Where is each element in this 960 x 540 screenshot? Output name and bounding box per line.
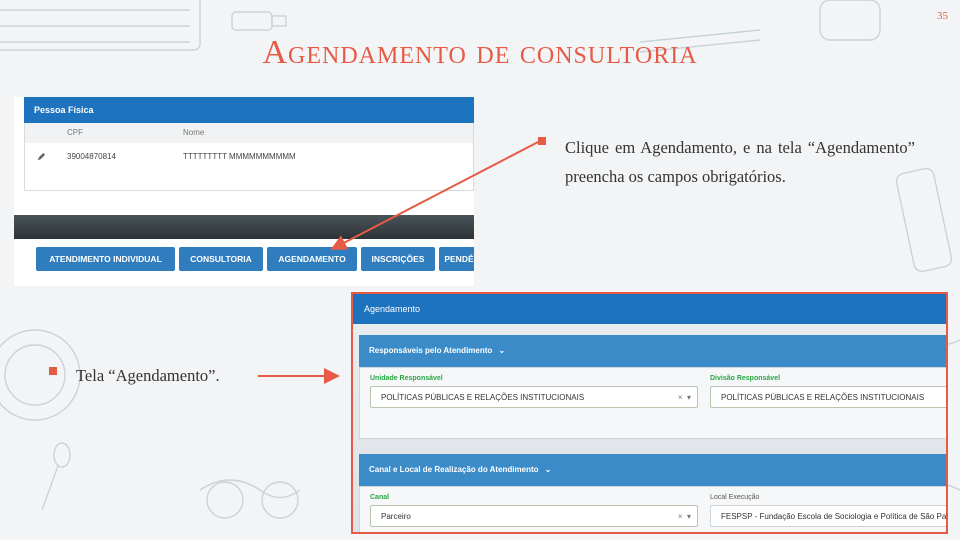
local-execucao-value: FESPSP - Fundação Escola de Sociologia e… — [721, 512, 948, 521]
canal-value: Parceiro — [381, 512, 411, 521]
x-icon[interactable]: × — [678, 512, 683, 521]
x-icon[interactable]: × — [678, 393, 683, 402]
section-title: Canal e Local de Realização do Atendimen… — [369, 465, 539, 474]
arrow-to-agendamento — [330, 140, 541, 250]
chevron-down-icon[interactable]: ⌄ — [499, 346, 506, 355]
section-responsaveis-header[interactable]: Responsáveis pelo Atendimento ⌄ — [359, 335, 946, 367]
canal-label: Canal — [370, 494, 390, 501]
unidade-responsavel-label: Unidade Responsável — [370, 375, 443, 382]
window-title: Agendamento — [353, 294, 946, 324]
section-canal-header[interactable]: Canal e Local de Realização do Atendimen… — [359, 454, 946, 486]
divisao-responsavel-value: POLÍTICAS PÚBLICAS E RELAÇÕES INSTITUCIO… — [721, 393, 925, 402]
agendamento-screenshot: Agendamento Responsáveis pelo Atendiment… — [351, 292, 948, 534]
section-responsaveis-body: Unidade Responsável POLÍTICAS PÚBLICAS E… — [359, 367, 946, 439]
local-execucao-field[interactable]: FESPSP - Fundação Escola de Sociologia e… — [710, 505, 948, 527]
chevron-down-icon[interactable]: ⌄ — [545, 465, 552, 474]
divisao-responsavel-select[interactable]: POLÍTICAS PÚBLICAS E RELAÇÕES INSTITUCIO… — [710, 386, 946, 408]
caret-down-icon[interactable]: ▾ — [687, 393, 691, 402]
unidade-responsavel-select[interactable]: POLÍTICAS PÚBLICAS E RELAÇÕES INSTITUCIO… — [370, 386, 698, 408]
section-title: Responsáveis pelo Atendimento — [369, 346, 493, 355]
section-canal-body: Canal Parceiro × ▾ Local Execução FESPSP… — [359, 486, 948, 532]
local-execucao-label: Local Execução — [710, 494, 760, 501]
canal-select[interactable]: Parceiro × ▾ — [370, 505, 698, 527]
unidade-responsavel-value: POLÍTICAS PÚBLICAS E RELAÇÕES INSTITUCIO… — [381, 393, 585, 402]
divisao-responsavel-label: Divisão Responsável — [710, 375, 781, 382]
caret-down-icon[interactable]: ▾ — [687, 512, 691, 521]
